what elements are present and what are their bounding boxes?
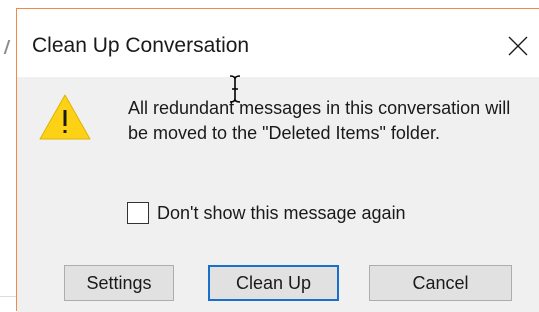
cancel-button[interactable]: Cancel — [369, 265, 512, 301]
warning-icon — [39, 94, 91, 140]
dialog-content: All redundant messages in this conversat… — [17, 77, 539, 312]
dont-show-again-option[interactable]: Don't show this message again — [127, 202, 406, 224]
text-cursor-icon — [229, 75, 241, 103]
dont-show-again-label[interactable]: Don't show this message again — [157, 203, 406, 224]
clean-up-button[interactable]: Clean Up — [208, 265, 339, 301]
dialog-message: All redundant messages in this conversat… — [128, 98, 511, 143]
clean-up-dialog: Clean Up Conversation All redundant mess… — [16, 8, 539, 312]
dialog-title: Clean Up Conversation — [32, 34, 250, 57]
close-button[interactable] — [503, 31, 533, 61]
settings-button[interactable]: Settings — [64, 265, 174, 301]
close-icon — [508, 36, 528, 56]
dialog-titlebar: Clean Up Conversation — [17, 9, 539, 77]
background-divider — [0, 296, 16, 297]
dont-show-again-checkbox[interactable] — [127, 202, 149, 224]
